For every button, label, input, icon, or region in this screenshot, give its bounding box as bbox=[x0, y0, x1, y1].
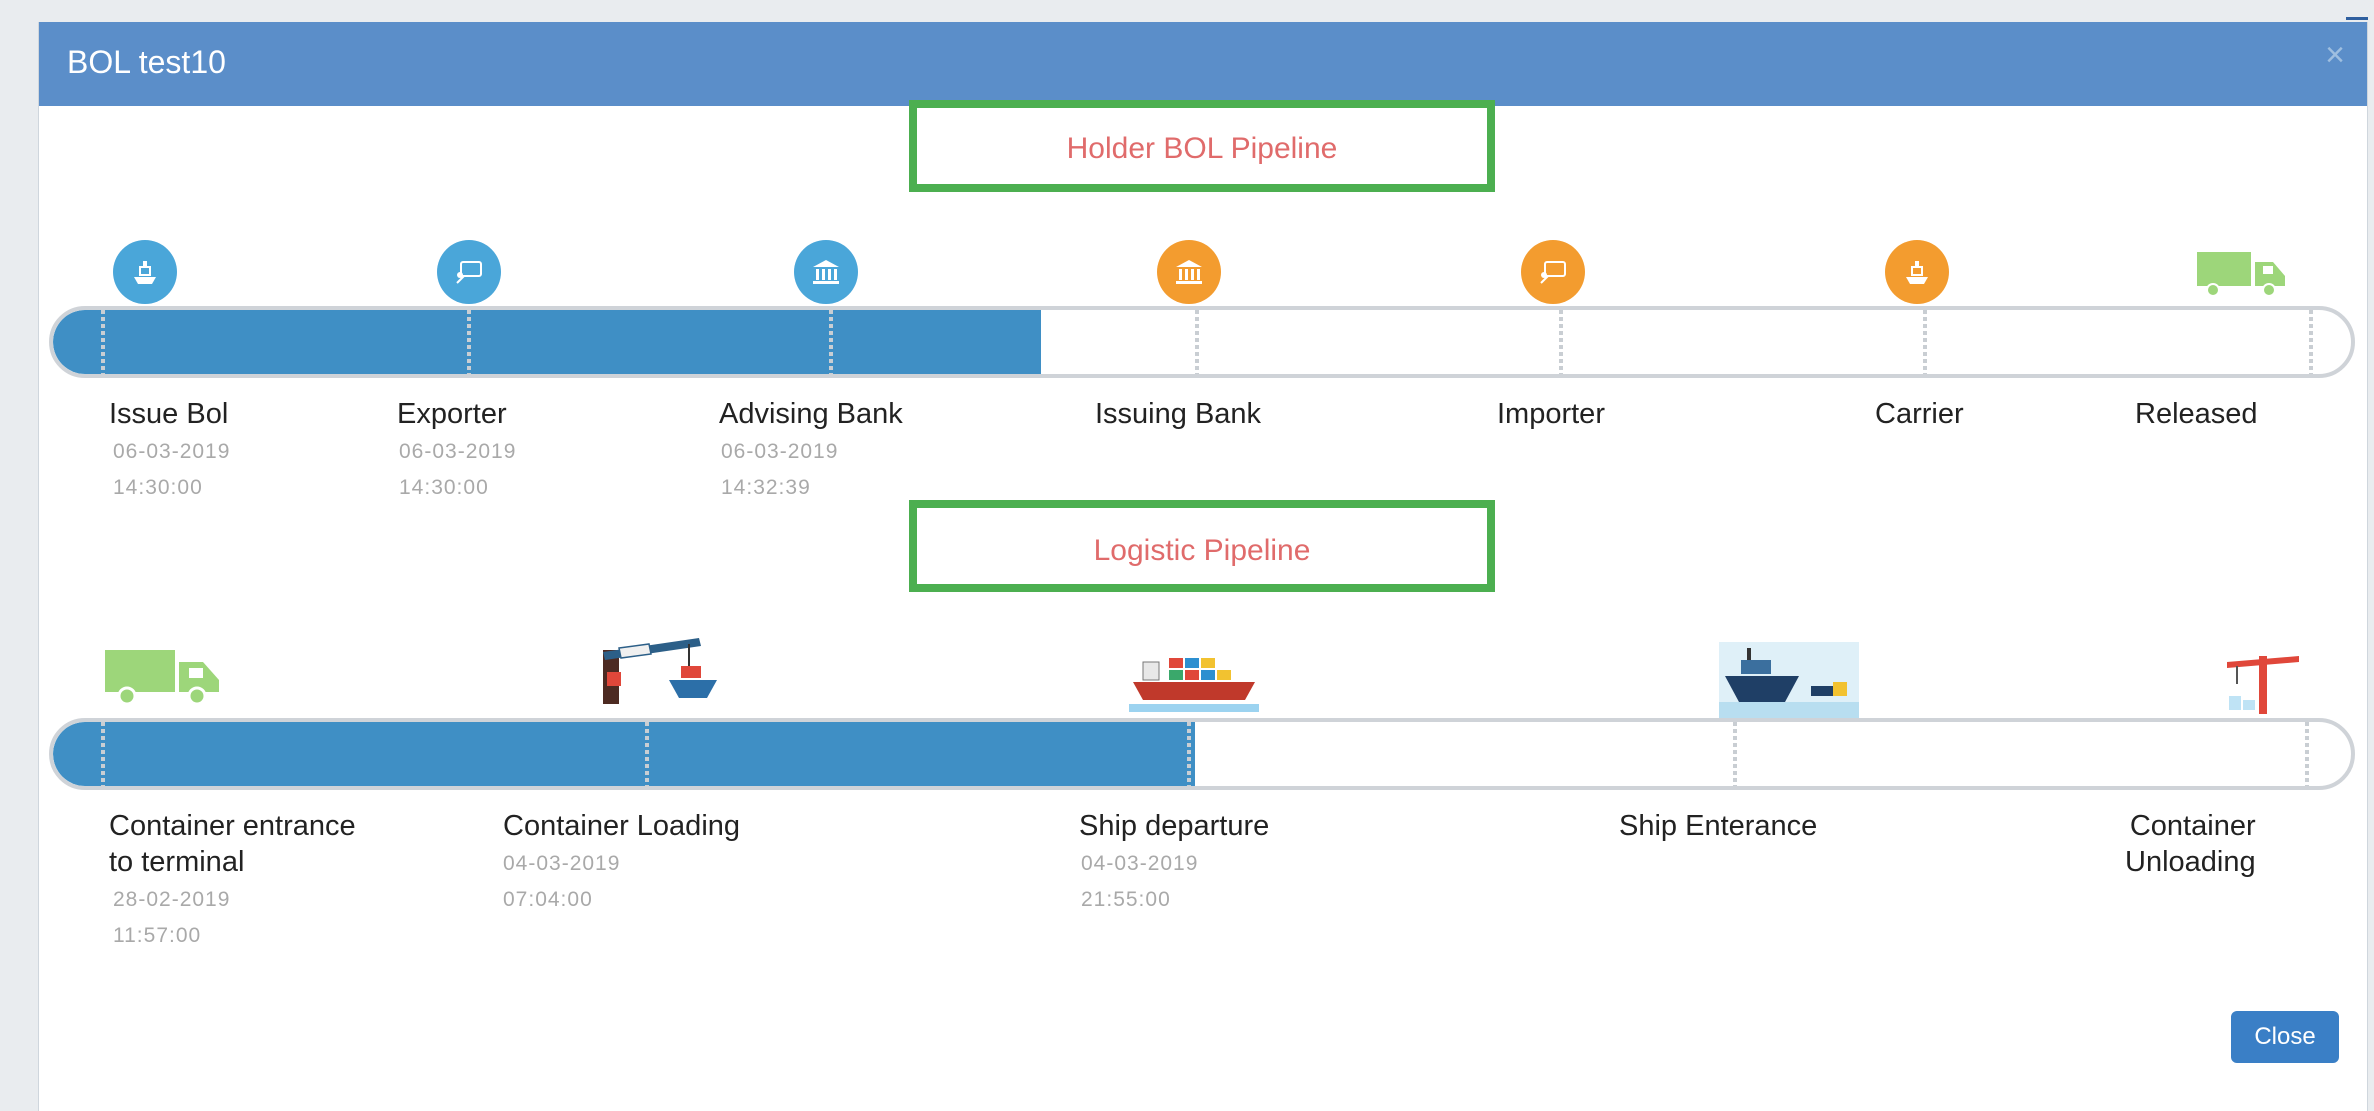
pipeline-marker bbox=[1187, 722, 1191, 786]
stage-label-released: Released bbox=[2135, 398, 2258, 430]
stage-label-ship-enterance: Ship Enterance bbox=[1619, 810, 1818, 842]
stage-label-importer: Importer bbox=[1497, 398, 1605, 430]
stage-date: 06-03-2019 bbox=[721, 440, 839, 463]
holder-pipeline-progress bbox=[53, 310, 1042, 374]
crane-unloading-icon bbox=[2223, 650, 2303, 721]
cargo-ship-icon bbox=[1129, 648, 1259, 723]
ship-carrier-icon bbox=[1885, 240, 1949, 304]
stage-time: 14:30:00 bbox=[399, 476, 489, 499]
stage-date: 06-03-2019 bbox=[399, 440, 517, 463]
logistic-pipeline-progress bbox=[53, 722, 1196, 786]
stage-time: 14:32:39 bbox=[721, 476, 811, 499]
pipeline-marker bbox=[829, 310, 833, 374]
stage-date: 28-02-2019 bbox=[113, 888, 231, 911]
pipeline-marker bbox=[1195, 310, 1199, 374]
pipeline-marker bbox=[2309, 310, 2313, 374]
bank-icon bbox=[1157, 240, 1221, 304]
stage-time: 14:30:00 bbox=[113, 476, 203, 499]
truck-icon bbox=[105, 646, 225, 711]
stage-label-issue-bol: Issue Bol bbox=[109, 398, 229, 430]
holder-pipeline-title-box: Holder BOL Pipeline bbox=[909, 100, 1495, 192]
stage-time: 11:57:00 bbox=[113, 924, 202, 947]
ship-holder-icon bbox=[113, 240, 177, 304]
stage-label-container-loading: Container Loading bbox=[503, 810, 741, 842]
pipeline-marker bbox=[2305, 722, 2309, 786]
pipeline-marker bbox=[1733, 722, 1737, 786]
pipeline-marker bbox=[101, 310, 105, 374]
pipeline-marker bbox=[101, 722, 105, 786]
close-icon[interactable]: × bbox=[2325, 36, 2345, 75]
truck-icon bbox=[2197, 248, 2287, 303]
logistic-pipeline-bar bbox=[49, 718, 2355, 790]
pipeline-marker bbox=[467, 310, 471, 374]
stage-time: 07:04:00 bbox=[503, 888, 593, 911]
stage-label-advising-bank: Advising Bank bbox=[719, 398, 903, 430]
pipeline-marker bbox=[645, 722, 649, 786]
stage-label-exporter: Exporter bbox=[397, 398, 507, 430]
modal-title: BOL test10 bbox=[67, 44, 226, 80]
holder-pipeline-title: Holder BOL Pipeline bbox=[1066, 132, 1338, 165]
bank-icon bbox=[794, 240, 858, 304]
window-corner-mark bbox=[2336, 0, 2374, 22]
stage-label-issuing-bank: Issuing Bank bbox=[1095, 398, 1262, 430]
modal-header: BOL test10 × bbox=[39, 22, 2367, 106]
crane-loading-icon bbox=[589, 632, 729, 717]
ship-entrance-icon bbox=[1719, 642, 1859, 727]
stage-date: 06-03-2019 bbox=[113, 440, 231, 463]
holder-pipeline-bar bbox=[49, 306, 2355, 378]
close-button[interactable]: Close bbox=[2231, 1011, 2339, 1063]
stage-label-carrier: Carrier bbox=[1875, 398, 1964, 430]
stage-time: 21:55:00 bbox=[1081, 888, 1171, 911]
stage-date: 04-03-2019 bbox=[503, 852, 621, 875]
logistic-pipeline-title: Logistic Pipeline bbox=[1093, 534, 1311, 567]
exporter-icon bbox=[437, 240, 501, 304]
logistic-pipeline-title-box: Logistic Pipeline bbox=[909, 500, 1495, 592]
stage-label-container-entrance: Container entrance to terminal bbox=[109, 810, 356, 878]
pipeline-marker bbox=[1559, 310, 1563, 374]
stage-date: 04-03-2019 bbox=[1081, 852, 1199, 875]
importer-icon bbox=[1521, 240, 1585, 304]
stage-label-ship-departure: Ship departure bbox=[1079, 810, 1270, 842]
pipeline-marker bbox=[1923, 310, 1927, 374]
bol-modal: BOL test10 × Holder BOL Pipeline Issue B… bbox=[38, 22, 2368, 1111]
stage-label-container-unloading: Container Unloading bbox=[2125, 810, 2256, 878]
